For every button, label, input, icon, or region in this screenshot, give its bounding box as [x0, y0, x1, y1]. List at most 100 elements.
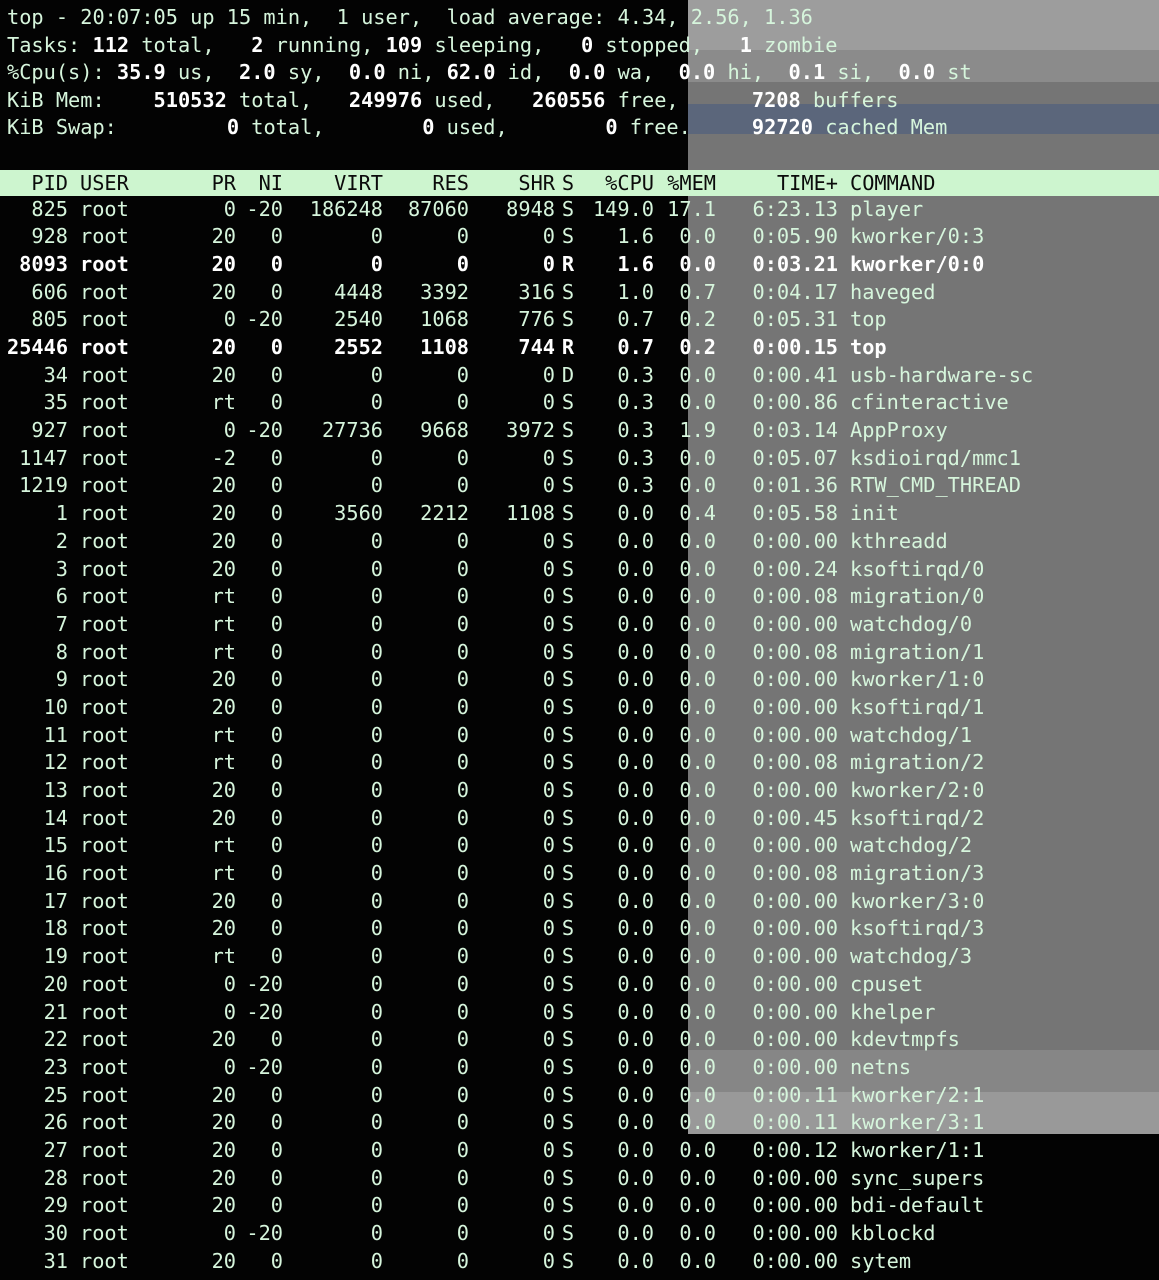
- process-user: root: [80, 694, 129, 719]
- process-pr: 20: [211, 1193, 236, 1218]
- process-row[interactable]: 1147 root -2 0 0 0 0 S 0.3 0.0 0:05.07 ksdioirqd/mm…: [0, 445, 1159, 473]
- mem-buffers: 7208: [751, 87, 801, 112]
- process-pr: 20: [211, 667, 236, 692]
- process-shr: 0: [542, 916, 555, 941]
- process-user: root: [80, 1193, 129, 1218]
- process-row[interactable]: 35 root rt 0 0 0 0 S 0.3 0.0 0:00.86 cfinteractive: [0, 389, 1159, 417]
- process-pid: 14: [43, 805, 68, 830]
- process-ni: 0: [270, 888, 283, 913]
- process-row[interactable]: 14 root 20 0 0 0 0 S 0.0 0.0 0:00.45 ksoftirqd/2: [0, 805, 1159, 833]
- process-virt: 0: [370, 944, 383, 969]
- process-pid: 25446: [7, 335, 69, 359]
- process-virt: 0: [370, 999, 383, 1024]
- process-row[interactable]: 13 root 20 0 0 0 0 S 0.0 0.0 0:00.00 kworker/2:0: [0, 777, 1159, 805]
- process-row[interactable]: 10 root 20 0 0 0 0 S 0.0 0.0 0:00.00 ksoftirqd/1: [0, 694, 1159, 722]
- process-pid: 805: [31, 307, 68, 332]
- process-command: watchdog/0: [850, 611, 973, 636]
- process-mem: 0.0: [679, 750, 716, 775]
- process-virt: 186248: [309, 196, 383, 221]
- process-row[interactable]: 26 root 20 0 0 0 0 S 0.0 0.0 0:00.11 kworker/3:1: [0, 1109, 1159, 1137]
- process-pr: 20: [211, 224, 236, 249]
- process-row[interactable]: 3 root 20 0 0 0 0 S 0.0 0.0 0:00.24 ksoftirqd/0: [0, 556, 1159, 584]
- process-ni: -20: [246, 1054, 283, 1079]
- process-virt: 0: [370, 445, 383, 470]
- process-row[interactable]: 606 root 20 0 4448 3392 316 S 1.0 0.7 0:04.17 haveg…: [0, 279, 1159, 307]
- process-mem: 0.0: [679, 1137, 716, 1162]
- process-row[interactable]: 15 root rt 0 0 0 0 S 0.0 0.0 0:00.00 watchdog/2: [0, 832, 1159, 860]
- process-user: root: [80, 667, 129, 692]
- terminal-window[interactable]: top - 20:07:05 up 15 min, 1 user, load a…: [0, 0, 1159, 1280]
- process-state: S: [561, 861, 575, 886]
- process-command: migration/1: [850, 639, 985, 664]
- process-list[interactable]: 825 root 0 -20 186248 87060 8948 S 149.0 17.1 6:23…: [0, 196, 1159, 1276]
- process-cpu: 0.0: [617, 611, 654, 636]
- process-row[interactable]: 1 root 20 0 3560 2212 1108 S 0.0 0.4 0:05.58 init: [0, 500, 1159, 528]
- process-row[interactable]: 6 root rt 0 0 0 0 S 0.0 0.0 0:00.08 migration/0: [0, 583, 1159, 611]
- process-row[interactable]: 9 root 20 0 0 0 0 S 0.0 0.0 0:00.00 kworker/1:0: [0, 666, 1159, 694]
- process-time: 0:00.00: [752, 1193, 838, 1218]
- process-row[interactable]: 825 root 0 -20 186248 87060 8948 S 149.0 17.1 6:23…: [0, 196, 1159, 224]
- process-row[interactable]: 8 root rt 0 0 0 0 S 0.0 0.0 0:00.08 migration/1: [0, 639, 1159, 667]
- process-row[interactable]: 805 root 0 -20 2540 1068 776 S 0.7 0.2 0:05.31 top: [0, 306, 1159, 334]
- process-shr: 0: [542, 528, 555, 553]
- process-row[interactable]: 22 root 20 0 0 0 0 S 0.0 0.0 0:00.00 kdevtmpfs: [0, 1026, 1159, 1054]
- process-row[interactable]: 19 root rt 0 0 0 0 S 0.0 0.0 0:00.00 watchdog/3: [0, 943, 1159, 971]
- process-row[interactable]: 18 root 20 0 0 0 0 S 0.0 0.0 0:00.00 ksoftirqd/3: [0, 915, 1159, 943]
- process-row[interactable]: 8093 root 20 0 0 0 0 R 1.6 0.0 0:03.21 kworker/0:0: [0, 251, 1159, 279]
- process-mem: 0.0: [679, 999, 716, 1024]
- process-mem: 0.0: [679, 251, 716, 276]
- process-row[interactable]: 31 root 20 0 0 0 0 S 0.0 0.0 0:00.00 sytem: [0, 1248, 1159, 1276]
- process-shr: 0: [542, 390, 555, 415]
- process-command: kdevtmpfs: [850, 1027, 960, 1052]
- process-pid: 13: [43, 778, 68, 802]
- process-time: 0:03.21: [752, 251, 838, 276]
- process-row[interactable]: 16 root rt 0 0 0 0 S 0.0 0.0 0:00.08 migration/3: [0, 860, 1159, 888]
- swap-label: KiB Swap:: [7, 115, 117, 140]
- process-pr: 20: [211, 1082, 236, 1107]
- process-mem: 0.0: [679, 944, 716, 969]
- process-row[interactable]: 11 root rt 0 0 0 0 S 0.0 0.0 0:00.00 watchdog/1: [0, 722, 1159, 750]
- process-command: cfinteractive: [850, 390, 1009, 415]
- process-row[interactable]: 23 root 0 -20 0 0 0 S 0.0 0.0 0:00.00 netns: [0, 1054, 1159, 1082]
- cpu-si-label: si,: [825, 60, 875, 85]
- swap-cached: 92720: [751, 115, 813, 140]
- process-row[interactable]: 20 root 0 -20 0 0 0 S 0.0 0.0 0:00.00 cpuset: [0, 971, 1159, 999]
- process-res: 0: [456, 944, 469, 969]
- process-row[interactable]: 30 root 0 -20 0 0 0 S 0.0 0.0 0:00.00 kblockd: [0, 1220, 1159, 1248]
- process-row[interactable]: 21 root 0 -20 0 0 0 S 0.0 0.0 0:00.00 khelper: [0, 999, 1159, 1027]
- process-row[interactable]: 27 root 20 0 0 0 0 S 0.0 0.0 0:00.12 kworker/1:1: [0, 1137, 1159, 1165]
- process-pid: 927: [31, 418, 68, 443]
- process-cpu: 0.7: [617, 307, 654, 332]
- cpu-wa-label: wa,: [605, 60, 655, 85]
- process-row[interactable]: 29 root 20 0 0 0 0 S 0.0 0.0 0:00.00 bdi-default: [0, 1192, 1159, 1220]
- process-mem: 0.0: [679, 1165, 716, 1190]
- process-pid: 8: [55, 639, 68, 664]
- process-user: root: [80, 279, 129, 304]
- process-cpu: 0.3: [617, 390, 654, 415]
- process-res: 0: [456, 1137, 469, 1162]
- process-shr: 0: [542, 473, 555, 498]
- process-row[interactable]: 25446 root 20 0 2552 1108 744 R 0.7 0.2 0:00.15 top: [0, 334, 1159, 362]
- process-row[interactable]: 928 root 20 0 0 0 0 S 1.6 0.0 0:05.90 kworker/0:3: [0, 223, 1159, 251]
- process-row[interactable]: 927 root 0 -20 27736 9668 3972 S 0.3 1.9 0:03.14 Ap…: [0, 417, 1159, 445]
- process-row[interactable]: 34 root 20 0 0 0 0 D 0.3 0.0 0:00.41 usb-hardware-s…: [0, 362, 1159, 390]
- process-user: root: [80, 805, 129, 830]
- process-virt: 0: [370, 1137, 383, 1162]
- process-time: 0:00.00: [752, 528, 838, 553]
- process-row[interactable]: 12 root rt 0 0 0 0 S 0.0 0.0 0:00.08 migration/2: [0, 749, 1159, 777]
- process-row[interactable]: 7 root rt 0 0 0 0 S 0.0 0.0 0:00.00 watchdog/0: [0, 611, 1159, 639]
- process-row[interactable]: 1219 root 20 0 0 0 0 S 0.3 0.0 0:01.36 RTW_CMD_THRE…: [0, 472, 1159, 500]
- process-ni: 0: [270, 1137, 283, 1162]
- process-cpu: 0.3: [617, 362, 654, 387]
- process-row[interactable]: 2 root 20 0 0 0 0 S 0.0 0.0 0:00.00 kthreadd: [0, 528, 1159, 556]
- process-time: 0:00.00: [752, 1165, 838, 1190]
- process-row[interactable]: 17 root 20 0 0 0 0 S 0.0 0.0 0:00.00 kworker/3:0: [0, 888, 1159, 916]
- process-row[interactable]: 28 root 20 0 0 0 0 S 0.0 0.0 0:00.00 sync_supers: [0, 1165, 1159, 1193]
- process-row[interactable]: 25 root 20 0 0 0 0 S 0.0 0.0 0:00.11 kworker/2:1: [0, 1082, 1159, 1110]
- process-shr: 0: [542, 1054, 555, 1079]
- cpu-wa: 0.0: [568, 60, 606, 85]
- process-shr: 0: [542, 861, 555, 886]
- process-cpu: 0.0: [617, 667, 654, 692]
- process-state: S: [561, 944, 575, 969]
- process-pid: 2: [55, 528, 68, 553]
